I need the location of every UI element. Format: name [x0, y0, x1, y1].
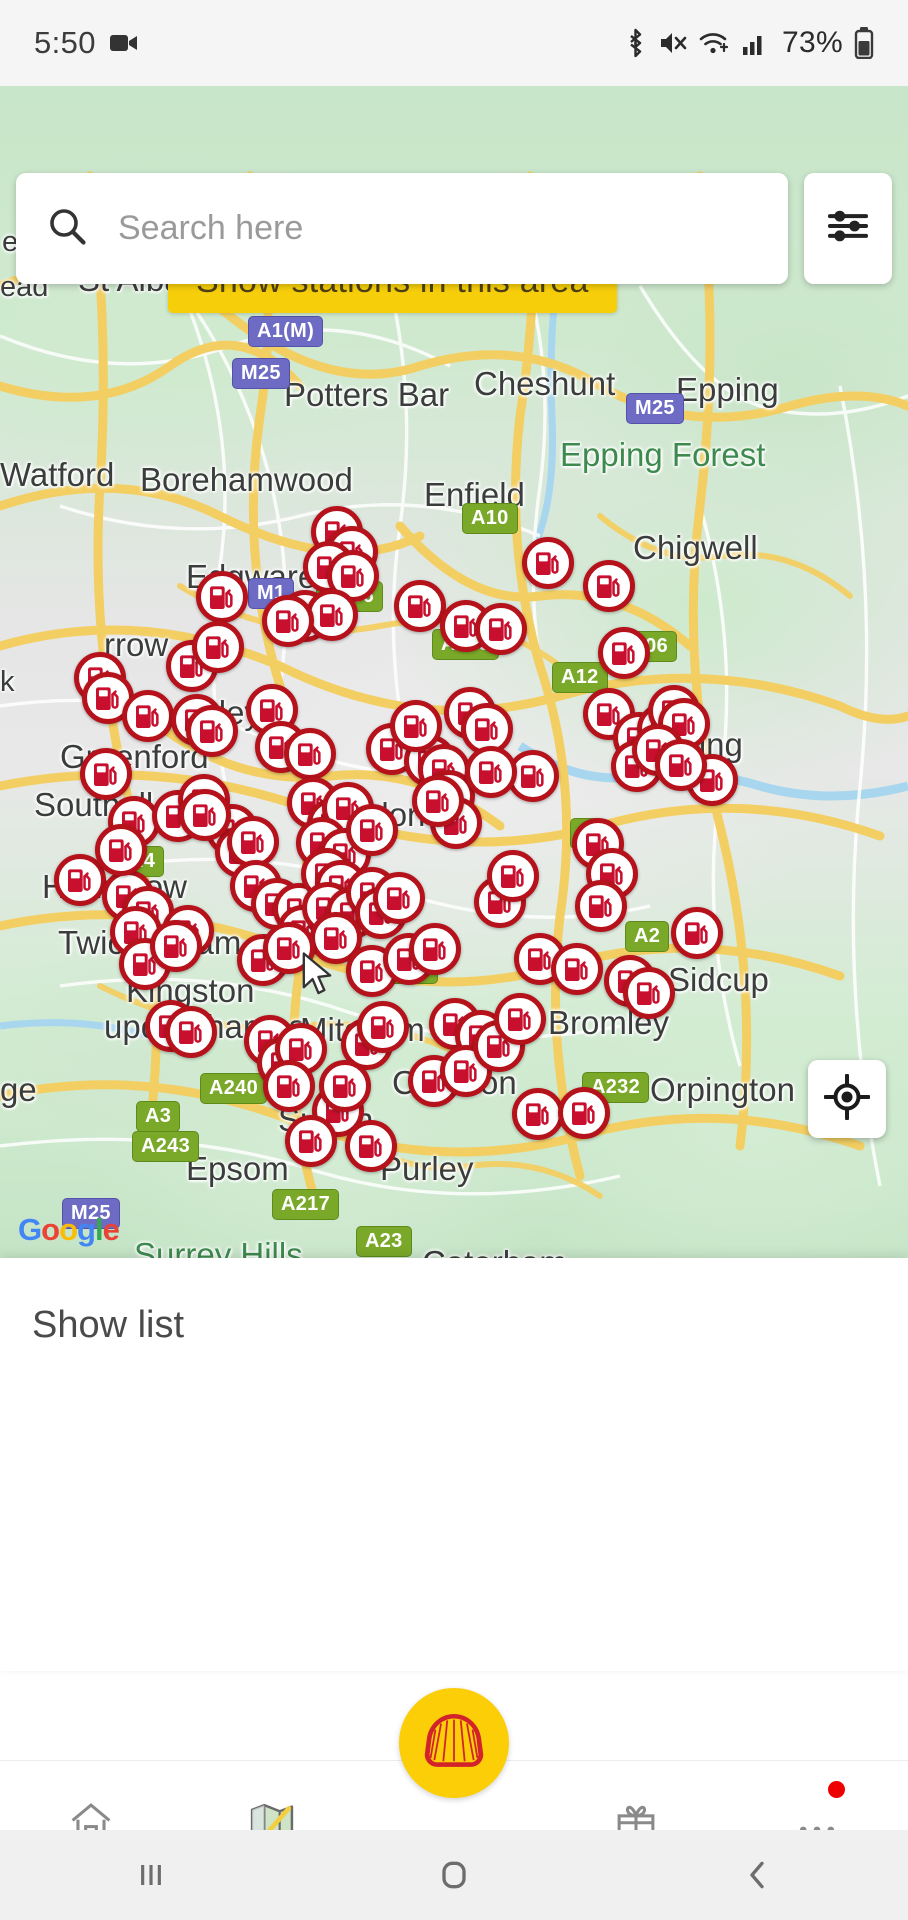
wifi-icon [699, 29, 731, 57]
status-bar: 5:50 73% [0, 0, 908, 86]
fuel-station-marker[interactable] [623, 967, 675, 1019]
fuel-station-marker[interactable] [551, 943, 603, 995]
fuel-station-marker[interactable] [357, 1001, 409, 1053]
fuel-station-marker[interactable] [512, 1088, 564, 1140]
mute-icon [658, 29, 688, 57]
fuel-station-marker[interactable] [262, 595, 314, 647]
map-road-shield: A240 [200, 1073, 268, 1104]
google-letter-g: g [77, 1212, 96, 1247]
fuel-station-marker[interactable] [598, 627, 650, 679]
fuel-station-marker[interactable] [95, 824, 147, 876]
fuel-station-marker[interactable] [475, 603, 527, 655]
fuel-station-marker[interactable] [412, 775, 464, 827]
android-home-button[interactable] [303, 1855, 606, 1895]
fuel-station-marker[interactable] [394, 580, 446, 632]
show-list-button[interactable]: Show list [32, 1304, 184, 1347]
shell-logo-icon [418, 1705, 490, 1782]
map-road-shield: A2 [625, 921, 670, 952]
fuel-station-marker[interactable] [263, 922, 315, 974]
google-attribution: Google [18, 1212, 120, 1248]
fuel-station-marker[interactable] [346, 804, 398, 856]
battery-icon [854, 27, 874, 59]
map-road-shield: A3 [136, 1101, 181, 1132]
fuel-station-marker[interactable] [179, 789, 231, 841]
map-road-shield: A1(M) [248, 316, 324, 347]
fuel-station-marker[interactable] [487, 850, 539, 902]
android-recents-button[interactable] [0, 1855, 303, 1895]
fuel-station-marker[interactable] [465, 746, 517, 798]
google-letter-o2: o [59, 1212, 78, 1247]
map-road-shield: M25 [232, 358, 290, 389]
signal-icon [742, 30, 768, 56]
fuel-station-marker[interactable] [373, 872, 425, 924]
filter-sliders-icon [825, 203, 871, 254]
map-road-shield: A217 [272, 1189, 340, 1220]
google-letter-l: l [94, 1212, 104, 1247]
google-letter-e: e [102, 1212, 120, 1247]
fuel-station-marker[interactable] [390, 700, 442, 752]
fuel-station-marker[interactable] [150, 920, 202, 972]
fuel-station-marker[interactable] [583, 560, 635, 612]
google-letter-G: G [18, 1212, 42, 1247]
android-navigation-bar [0, 1830, 908, 1920]
battery-percent: 73% [782, 26, 843, 59]
status-time: 5:50 [34, 25, 96, 60]
fuel-station-marker[interactable] [263, 1060, 315, 1112]
fuel-station-marker[interactable] [80, 748, 132, 800]
map-road-shield: M25 [626, 393, 684, 424]
fuel-station-marker[interactable] [409, 923, 461, 975]
status-bar-left: 5:50 [34, 25, 138, 61]
more-notification-badge [828, 1781, 846, 1798]
fuel-station-marker[interactable] [122, 690, 174, 742]
android-back-button[interactable] [605, 1855, 908, 1895]
my-location-icon [823, 1073, 871, 1125]
fuel-station-marker[interactable] [671, 907, 723, 959]
search-placeholder: Search here [118, 209, 304, 247]
map-road-shield: A12 [552, 662, 608, 693]
fuel-station-marker[interactable] [165, 1006, 217, 1058]
fuel-station-marker[interactable] [494, 993, 546, 1045]
fuel-station-marker[interactable] [186, 705, 238, 757]
fuel-station-marker[interactable] [284, 728, 336, 780]
fuel-station-marker[interactable] [345, 1120, 397, 1172]
fuel-station-marker[interactable] [196, 571, 248, 623]
app-root: 5:50 73% el ead Cheshunt Epping Potters … [0, 0, 908, 1920]
bluetooth-icon [624, 28, 647, 58]
fuel-station-marker[interactable] [558, 1087, 610, 1139]
map-road-shield: A243 [132, 1131, 200, 1162]
map-road-shield: A10 [462, 503, 518, 534]
fuel-station-marker[interactable] [319, 1060, 371, 1112]
fuel-station-marker[interactable] [285, 1115, 337, 1167]
filter-button[interactable] [804, 173, 892, 284]
map-road-shield: A23 [356, 1226, 412, 1257]
fuel-station-marker[interactable] [655, 739, 707, 791]
bottom-sheet: Show list [0, 1258, 908, 1671]
fuel-station-marker[interactable] [192, 621, 244, 673]
fuel-station-marker[interactable] [522, 537, 574, 589]
my-card-fab[interactable] [399, 1688, 509, 1798]
fuel-station-marker[interactable] [306, 589, 358, 641]
my-location-button[interactable] [808, 1060, 886, 1138]
search-row: Search here [16, 173, 892, 284]
search-input[interactable]: Search here [16, 173, 788, 284]
status-bar-right: 73% [624, 26, 874, 60]
fuel-station-marker[interactable] [575, 880, 627, 932]
search-icon [46, 205, 88, 252]
google-letter-o1: o [41, 1212, 60, 1247]
screen-record-icon [109, 32, 138, 54]
